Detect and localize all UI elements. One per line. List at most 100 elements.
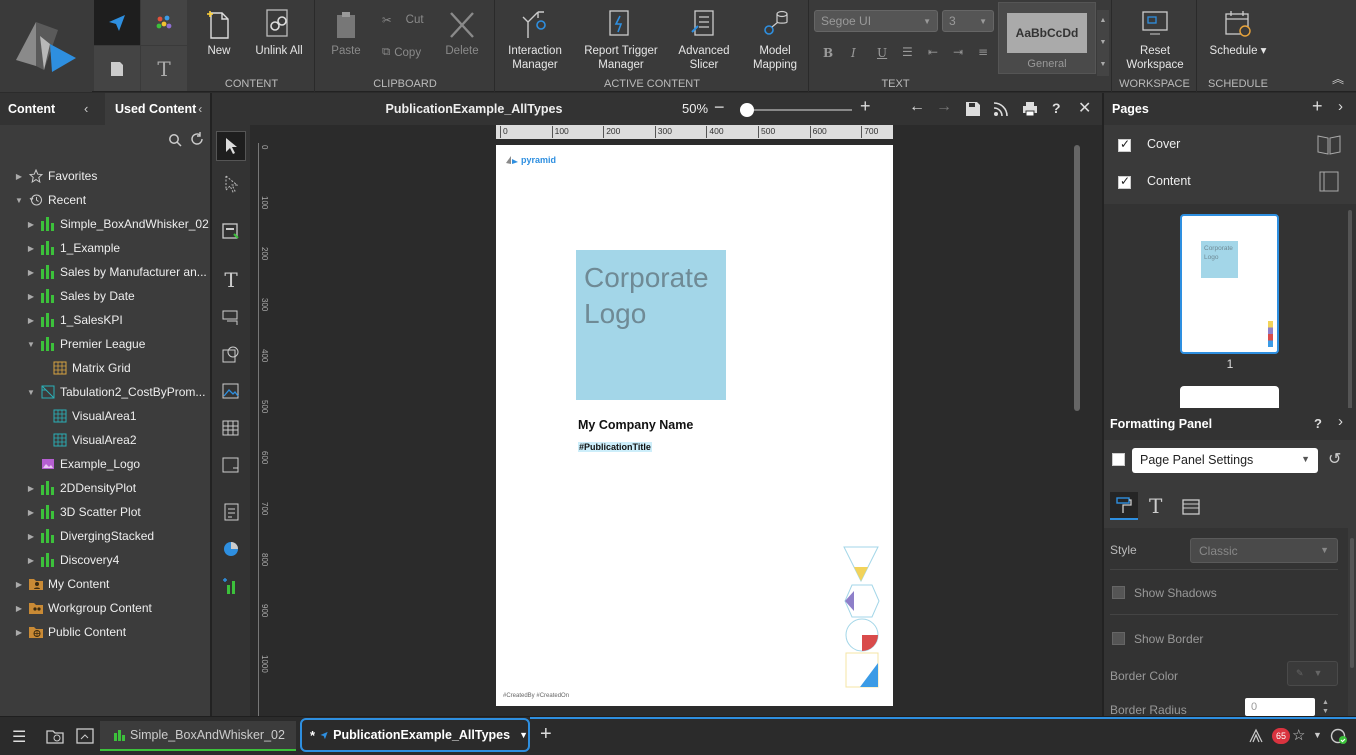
collapsed-triangle-icon[interactable]: ▶ — [14, 172, 24, 181]
company-name[interactable]: My Company Name — [578, 418, 693, 432]
expanded-triangle-icon[interactable]: ▼ — [26, 388, 36, 397]
zoom-slider-handle[interactable] — [740, 103, 754, 117]
italic-icon[interactable]: I — [851, 46, 856, 60]
chevron-down-icon[interactable]: ▼ — [1313, 730, 1322, 740]
show-shadows-checkbox[interactable] — [1112, 586, 1125, 599]
notification-badge[interactable]: 65 — [1272, 728, 1290, 744]
hamburger-menu-icon[interactable]: ☰ — [12, 727, 26, 747]
border-radius-stepper[interactable]: ▲ ▼ — [1322, 698, 1329, 716]
zoom-out-icon[interactable]: − — [714, 97, 725, 118]
tree-item[interactable]: ▶ 2DDensityPlot — [26, 476, 136, 500]
page-thumbnail-2[interactable] — [1180, 386, 1279, 408]
folder-browse-icon[interactable] — [46, 728, 64, 744]
text-tool[interactable]: T — [216, 265, 246, 295]
paste-button[interactable]: Paste — [324, 4, 368, 58]
open-book-icon[interactable] — [1316, 132, 1342, 156]
chevron-right-icon[interactable]: › — [1338, 413, 1343, 430]
cut-button[interactable]: ✂ Cut — [382, 13, 424, 27]
tree-item[interactable]: ▶ DivergingStacked — [26, 524, 154, 548]
underline-icon[interactable]: U — [877, 46, 887, 60]
align-left-icon[interactable]: ☰ — [902, 45, 913, 59]
indent-increase-icon[interactable]: ⇥ — [953, 45, 963, 59]
publish-mode-button[interactable] — [94, 0, 140, 45]
search-icon[interactable] — [168, 133, 182, 147]
reset-workspace-button[interactable]: Reset Workspace — [1123, 4, 1187, 72]
delete-button[interactable]: Delete — [440, 4, 484, 58]
tree-item[interactable]: ▶ Discovery4 — [26, 548, 119, 572]
publication-title[interactable]: #PublicationTitle — [578, 442, 652, 452]
schedule-button[interactable]: Schedule ▾ — [1202, 4, 1274, 58]
tab-used-content[interactable]: Used Content — [115, 102, 196, 116]
panel-tool[interactable] — [216, 450, 246, 480]
chevron-left-icon[interactable]: ‹ — [84, 101, 88, 116]
help-icon[interactable]: ? — [1052, 100, 1061, 116]
border-color-picker[interactable]: ✎ ▼ — [1287, 661, 1338, 686]
expand-gallery-icon[interactable]: ▼ — [1097, 54, 1109, 76]
chevron-left-icon[interactable]: ‹ — [198, 102, 202, 116]
tree-item[interactable]: VisualArea2 — [38, 428, 137, 452]
panel-settings-checkbox[interactable] — [1112, 453, 1125, 466]
border-radius-input[interactable]: 0 — [1245, 698, 1315, 716]
tree-item[interactable]: ▶ Public Content — [14, 620, 126, 644]
pyramid-status-icon[interactable] — [1248, 728, 1264, 744]
tab-format-style[interactable] — [1110, 492, 1138, 520]
collapsed-triangle-icon[interactable]: ▶ — [26, 220, 36, 229]
thumbnails-scrollbar[interactable] — [1348, 210, 1352, 410]
font-size-select[interactable]: 3 ▼ — [942, 10, 994, 32]
chevron-right-icon[interactable]: › — [1338, 98, 1343, 115]
tree-item[interactable]: ▼ Tabulation2_CostByProm... — [26, 380, 205, 404]
cover-checkbox[interactable]: ✓ — [1118, 137, 1131, 152]
sub-select-tool[interactable] — [216, 169, 246, 199]
style-preview[interactable]: AaBbCcDd — [1007, 13, 1087, 53]
format-scrollbar[interactable] — [1350, 538, 1354, 668]
tab-content[interactable]: Content — [8, 93, 55, 125]
new-button[interactable]: New — [197, 4, 241, 58]
corporate-logo-box[interactable]: Corporate Logo — [576, 250, 726, 400]
page-item-cover[interactable]: ✓ Cover — [1104, 126, 1356, 163]
collapsed-triangle-icon[interactable]: ▶ — [26, 532, 36, 541]
page-item-content[interactable]: ✓ Content — [1104, 163, 1356, 200]
tree-item[interactable]: ▶ 3D Scatter Plot — [26, 500, 141, 524]
tab-publication-example[interactable]: * PublicationExample_AllTypes ▼ — [300, 718, 530, 752]
collapsed-triangle-icon[interactable]: ▶ — [26, 316, 36, 325]
tab-format-layout[interactable] — [1182, 499, 1200, 515]
tree-item[interactable]: ▼ Recent — [14, 188, 86, 212]
bold-icon[interactable]: B — [823, 46, 833, 60]
tree-item[interactable]: Matrix Grid — [38, 356, 131, 380]
back-arrow-icon[interactable]: ← — [909, 98, 925, 116]
window-icon[interactable] — [76, 728, 94, 744]
tree-item[interactable]: ▶ Sales by Date — [26, 284, 135, 308]
panel-settings-select[interactable]: Page Panel Settings ▼ — [1132, 448, 1318, 473]
expanded-triangle-icon[interactable]: ▼ — [14, 196, 24, 205]
tree-item[interactable]: ▶ 1_Example — [26, 236, 120, 260]
collapsed-triangle-icon[interactable]: ▶ — [26, 556, 36, 565]
book-icon[interactable] — [1316, 169, 1342, 193]
reset-icon[interactable]: ↺ — [1328, 449, 1341, 469]
expanded-triangle-icon[interactable]: ▼ — [26, 340, 36, 349]
collapsed-triangle-icon[interactable]: ▶ — [26, 508, 36, 517]
chevron-down-icon[interactable]: ▼ — [1322, 707, 1329, 716]
text-mode-button[interactable]: T — [141, 46, 187, 91]
tree-item[interactable]: ▶ Workgroup Content — [14, 596, 152, 620]
broadcast-icon[interactable] — [993, 101, 1009, 117]
collapsed-triangle-icon[interactable]: ▶ — [26, 268, 36, 277]
collapse-ribbon-icon[interactable]: ︽ — [1332, 70, 1344, 87]
page-thumbnail-1[interactable]: Corporate Logo — [1180, 214, 1279, 354]
unlink-all-button[interactable]: Unlink All — [251, 4, 307, 58]
tab-format-text[interactable]: T — [1149, 494, 1162, 518]
chevron-down-icon[interactable]: ▼ — [519, 730, 528, 740]
content-checkbox[interactable]: ✓ — [1118, 174, 1131, 189]
zoom-in-icon[interactable]: + — [860, 96, 871, 117]
tab-used-content-wrap[interactable]: Used Content ‹ — [105, 93, 210, 125]
shape-tool[interactable] — [216, 339, 246, 369]
image-tool[interactable] — [216, 376, 246, 406]
tree-item[interactable]: ▶ Favorites — [14, 164, 97, 188]
add-page-icon[interactable]: + — [1312, 96, 1323, 117]
tab-simple-boxandwhisker[interactable]: Simple_BoxAndWhisker_02 — [100, 721, 296, 751]
copy-button[interactable]: ⧉ Copy — [382, 46, 421, 59]
status-check-icon[interactable] — [1330, 727, 1348, 745]
select-tool[interactable] — [216, 131, 246, 161]
chevron-down-icon[interactable]: ▼ — [1097, 32, 1109, 54]
content-tool[interactable] — [216, 217, 246, 247]
collapsed-triangle-icon[interactable]: ▶ — [26, 484, 36, 493]
